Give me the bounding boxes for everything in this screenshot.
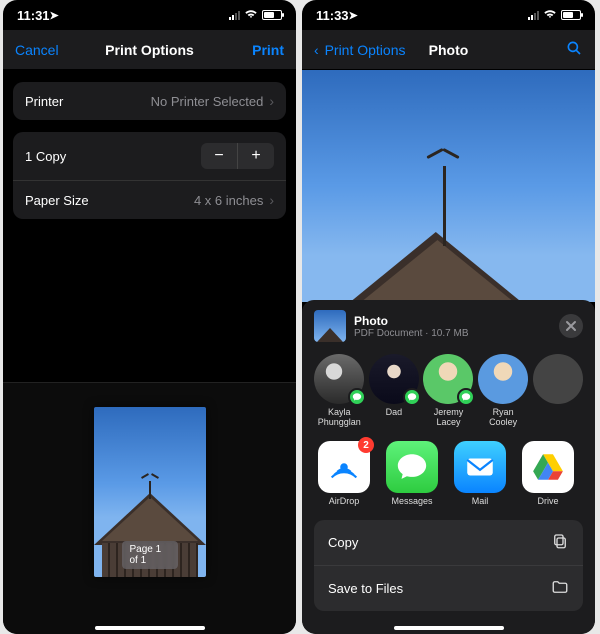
share-contact[interactable]: Ryan Cooley — [478, 354, 529, 427]
cellular-icon — [229, 10, 240, 20]
app-name: AirDrop — [314, 496, 374, 506]
location-icon: ➤ — [50, 9, 59, 22]
paper-size-cell[interactable]: Paper Size 4 x 6 inches › — [13, 181, 286, 219]
avatar — [423, 354, 473, 404]
drive-icon — [522, 441, 574, 493]
share-app-mail[interactable]: Mail — [450, 441, 510, 506]
messages-icon — [386, 441, 438, 493]
phone-print-options: 11:31 ➤ Cancel Print Options Print Print… — [3, 0, 296, 634]
contact-name: Jeremy Lacey — [423, 407, 474, 427]
printer-value: No Printer Selected — [151, 94, 264, 109]
preview-area: Page 1 of 1 — [3, 382, 296, 634]
battery-icon — [262, 10, 282, 20]
app-name: Drive — [518, 496, 578, 506]
save-to-files-action[interactable]: Save to Files — [314, 566, 583, 611]
mail-icon — [454, 441, 506, 493]
status-bar: 11:31 ➤ — [3, 0, 296, 30]
share-app-messages[interactable]: Messages — [382, 441, 442, 506]
share-contact[interactable]: Jeremy Lacey — [423, 354, 474, 427]
avatar — [478, 354, 528, 404]
notification-badge: 2 — [358, 437, 374, 453]
stepper-plus-button[interactable]: + — [238, 143, 274, 169]
copies-label: 1 Copy — [25, 149, 66, 164]
apps-row: 2 AirDrop Messages Mail Drive — [302, 435, 595, 516]
nav-bar: Cancel Print Options Print — [3, 30, 296, 70]
print-button[interactable]: Print — [252, 42, 284, 58]
close-button[interactable] — [559, 314, 583, 338]
phone-share-sheet: 11:33 ➤ ‹ Print Options Photo Photo — [302, 0, 595, 634]
back-button[interactable]: ‹ Print Options — [314, 42, 406, 58]
avatar — [369, 354, 419, 404]
nav-bar: ‹ Print Options Photo — [302, 30, 595, 70]
share-contact[interactable] — [532, 354, 583, 427]
app-name: Messages — [382, 496, 442, 506]
messages-badge-icon — [348, 388, 366, 406]
contact-name: Dad — [369, 407, 420, 417]
photo-viewer[interactable] — [302, 70, 595, 302]
contact-name: Ryan Cooley — [478, 407, 529, 427]
contacts-row: Kayla Phungglan DadJeremy LaceyRyan Coole… — [302, 350, 595, 435]
document-subtitle: PDF Document · 10.7 MB — [354, 328, 468, 339]
share-contact[interactable]: Dad — [369, 354, 420, 427]
wifi-icon — [244, 9, 258, 22]
copies-cell: 1 Copy − + — [13, 132, 286, 181]
printer-label: Printer — [25, 94, 63, 109]
action-list: Copy Save to Files — [314, 520, 583, 611]
home-indicator[interactable] — [95, 626, 205, 630]
app-name: Mail — [450, 496, 510, 506]
share-sheet: Photo PDF Document · 10.7 MB Kayla Phung… — [302, 300, 595, 634]
chevron-right-icon: › — [269, 192, 274, 208]
document-thumbnail — [314, 310, 346, 342]
home-indicator[interactable] — [394, 626, 504, 630]
cancel-button[interactable]: Cancel — [15, 42, 59, 58]
document-title: Photo — [354, 314, 468, 328]
copy-label: Copy — [328, 535, 358, 550]
search-button[interactable] — [565, 39, 583, 60]
location-icon: ➤ — [349, 9, 358, 22]
save-label: Save to Files — [328, 581, 403, 596]
folder-icon — [551, 578, 569, 599]
chevron-right-icon: › — [269, 93, 274, 109]
stepper-minus-button[interactable]: − — [201, 143, 237, 169]
chevron-left-icon: ‹ — [314, 42, 319, 58]
share-contact[interactable]: Kayla Phungglan — [314, 354, 365, 427]
copy-action[interactable]: Copy — [314, 520, 583, 566]
paper-size-value: 4 x 6 inches — [194, 193, 263, 208]
status-bar: 11:33 ➤ — [302, 0, 595, 30]
avatar — [314, 354, 364, 404]
page-indicator: Page 1 of 1 — [122, 541, 178, 569]
copies-stepper: − + — [201, 143, 274, 169]
contact-name: Kayla Phungglan — [314, 407, 365, 427]
messages-badge-icon — [457, 388, 475, 406]
printer-group: Printer No Printer Selected › — [13, 82, 286, 120]
page-thumbnail[interactable]: Page 1 of 1 — [94, 407, 206, 577]
share-app-airdrop[interactable]: 2 AirDrop — [314, 441, 374, 506]
options-group: 1 Copy − + Paper Size 4 x 6 inches › — [13, 132, 286, 219]
copy-icon — [551, 532, 569, 553]
avatar — [533, 354, 583, 404]
status-time: 11:31 — [17, 8, 50, 23]
share-app-drive[interactable]: Drive — [518, 441, 578, 506]
printer-cell[interactable]: Printer No Printer Selected › — [13, 82, 286, 120]
messages-badge-icon — [403, 388, 421, 406]
status-time: 11:33 — [316, 8, 349, 23]
share-sheet-header: Photo PDF Document · 10.7 MB — [302, 300, 595, 350]
cellular-icon — [528, 10, 539, 20]
airdrop-icon: 2 — [318, 441, 370, 493]
paper-size-label: Paper Size — [25, 193, 89, 208]
wifi-icon — [543, 9, 557, 22]
battery-icon — [561, 10, 581, 20]
